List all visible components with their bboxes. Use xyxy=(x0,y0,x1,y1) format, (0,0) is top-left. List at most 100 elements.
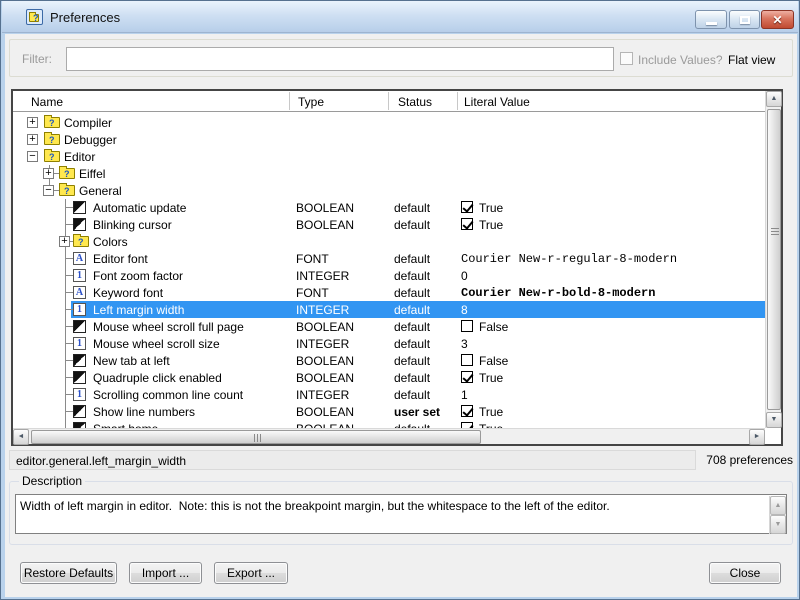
tree-row[interactable]: New tab at leftBOOLEANdefaultFalse xyxy=(13,352,765,369)
column-header-name[interactable]: Name xyxy=(31,95,63,109)
preference-name: Font zoom factor xyxy=(93,269,183,283)
tree-row[interactable]: +?Eiffel xyxy=(13,165,765,182)
preference-status: default xyxy=(394,371,430,385)
scroll-down-icon[interactable]: ▼ xyxy=(770,515,786,534)
collapse-icon[interactable]: − xyxy=(27,151,38,162)
preference-value: True xyxy=(479,405,503,419)
tree-connector xyxy=(65,360,73,361)
preference-name: Debugger xyxy=(64,133,117,147)
preference-type: BOOLEAN xyxy=(296,218,354,232)
export-button[interactable]: Export ... xyxy=(214,562,288,584)
tree-row[interactable]: AEditor fontFONTdefaultCourier New-r-reg… xyxy=(13,250,765,267)
expand-icon[interactable]: + xyxy=(27,117,38,128)
scroll-left-icon[interactable]: ◄ xyxy=(13,429,29,445)
integer-preference-icon: 1 xyxy=(73,303,86,316)
tree-row[interactable]: Mouse wheel scroll full pageBOOLEANdefau… xyxy=(13,318,765,335)
preference-type: INTEGER xyxy=(296,303,349,317)
tree-row[interactable]: AKeyword fontFONTdefaultCourier New-r-bo… xyxy=(13,284,765,301)
include-values-label: Include Values? xyxy=(638,53,723,67)
tree-row[interactable]: Smart homeBOOLEANdefaultTrue xyxy=(13,420,765,428)
preference-value: 3 xyxy=(461,337,468,351)
integer-preference-icon: 1 xyxy=(73,388,86,401)
scroll-down-icon[interactable]: ▼ xyxy=(766,412,782,428)
preference-name: New tab at left xyxy=(93,354,170,368)
preference-name: General xyxy=(79,184,122,198)
preference-name: Keyword font xyxy=(93,286,163,300)
preference-type: INTEGER xyxy=(296,269,349,283)
scroll-up-icon[interactable]: ▲ xyxy=(770,496,786,515)
close-dialog-button[interactable]: Close xyxy=(709,562,781,584)
restore-defaults-button[interactable]: Restore Defaults xyxy=(20,562,117,584)
tree-row[interactable]: 1Scrolling common line countINTEGERdefau… xyxy=(13,386,765,403)
tree-row[interactable]: Automatic updateBOOLEANdefaultTrue xyxy=(13,199,765,216)
app-icon: ? xyxy=(26,9,43,25)
folder-icon: ? xyxy=(44,117,60,128)
include-values-checkbox[interactable] xyxy=(620,52,633,65)
unchecked-checkbox-icon[interactable] xyxy=(461,320,473,332)
preference-type: BOOLEAN xyxy=(296,371,354,385)
import-button[interactable]: Import ... xyxy=(129,562,202,584)
titlebar[interactable]: ? Preferences ✕ xyxy=(2,1,798,33)
preferences-window: ? Preferences ✕ Filter: Include Values? … xyxy=(0,0,800,600)
minimize-button[interactable] xyxy=(695,10,727,29)
close-button[interactable]: ✕ xyxy=(761,10,794,29)
unchecked-checkbox-icon[interactable] xyxy=(461,354,473,366)
tree-row[interactable]: Show line numbersBOOLEANuser setTrue xyxy=(13,403,765,420)
column-divider[interactable] xyxy=(388,92,389,110)
preference-status: default xyxy=(394,320,430,334)
tree-row[interactable]: −?General xyxy=(13,182,765,199)
selected-preference-path-field: editor.general.left_margin_width xyxy=(9,450,696,470)
tree-row[interactable]: 1Font zoom factorINTEGERdefault0 xyxy=(13,267,765,284)
vertical-scrollbar[interactable]: ▲ ▼ xyxy=(765,91,781,428)
preference-value: True xyxy=(479,218,503,232)
filter-panel: Filter: Include Values? Flat view xyxy=(9,39,793,77)
scroll-right-icon[interactable]: ► xyxy=(749,429,765,445)
expand-icon[interactable]: + xyxy=(27,134,38,145)
thumb-grip xyxy=(771,228,779,235)
preference-status: default xyxy=(394,337,430,351)
column-divider[interactable] xyxy=(457,92,458,110)
preference-value: Courier New-r-regular-8-modern xyxy=(461,252,677,266)
checked-checkbox-icon[interactable] xyxy=(461,405,473,417)
scroll-up-icon[interactable]: ▲ xyxy=(766,91,782,107)
flat-view-button[interactable]: Flat view xyxy=(728,53,775,67)
integer-preference-icon: 1 xyxy=(73,337,86,350)
vertical-scroll-thumb[interactable] xyxy=(767,109,781,410)
column-divider[interactable] xyxy=(289,92,290,110)
maximize-button[interactable] xyxy=(729,10,760,29)
tree-row[interactable]: +?Compiler xyxy=(13,114,765,131)
tree-connector xyxy=(65,411,73,412)
tree-connector xyxy=(65,275,73,276)
preference-value: True xyxy=(479,201,503,215)
checked-checkbox-icon[interactable] xyxy=(461,371,473,383)
tree-row[interactable]: Quadruple click enabledBOOLEANdefaultTru… xyxy=(13,369,765,386)
description-scrollbar[interactable]: ▲ ▼ xyxy=(769,496,785,534)
expand-icon[interactable]: + xyxy=(59,236,70,247)
tree-connector xyxy=(65,377,73,378)
description-legend: Description xyxy=(19,474,85,488)
horizontal-scrollbar[interactable]: ◄ ► xyxy=(13,428,765,444)
tree-row[interactable]: −?Editor xyxy=(13,148,765,165)
checked-checkbox-icon[interactable] xyxy=(461,218,473,230)
tree-row[interactable]: +?Colors xyxy=(13,233,765,250)
tree-connector xyxy=(65,207,73,208)
description-box[interactable]: Width of left margin in editor. Note: th… xyxy=(15,494,787,534)
column-header-type[interactable]: Type xyxy=(298,95,324,109)
tree-row[interactable]: Blinking cursorBOOLEANdefaultTrue xyxy=(13,216,765,233)
preference-name: Mouse wheel scroll full page xyxy=(93,320,244,334)
preference-value: False xyxy=(479,320,508,334)
boolean-preference-icon xyxy=(73,218,86,231)
collapse-icon[interactable]: − xyxy=(43,185,54,196)
tree-row[interactable]: +?Debugger xyxy=(13,131,765,148)
filter-input[interactable] xyxy=(66,47,614,71)
tree-row[interactable]: 1Left margin widthINTEGERdefault8 xyxy=(13,301,765,318)
horizontal-scroll-thumb[interactable] xyxy=(31,430,481,444)
column-header-status[interactable]: Status xyxy=(398,95,432,109)
filter-label: Filter: xyxy=(22,52,52,66)
preference-name: Blinking cursor xyxy=(93,218,172,232)
tree-row[interactable]: 1Mouse wheel scroll sizeINTEGERdefault3 xyxy=(13,335,765,352)
preference-type: BOOLEAN xyxy=(296,354,354,368)
column-header-value[interactable]: Literal Value xyxy=(464,95,530,109)
checked-checkbox-icon[interactable] xyxy=(461,201,473,213)
expand-icon[interactable]: + xyxy=(43,168,54,179)
